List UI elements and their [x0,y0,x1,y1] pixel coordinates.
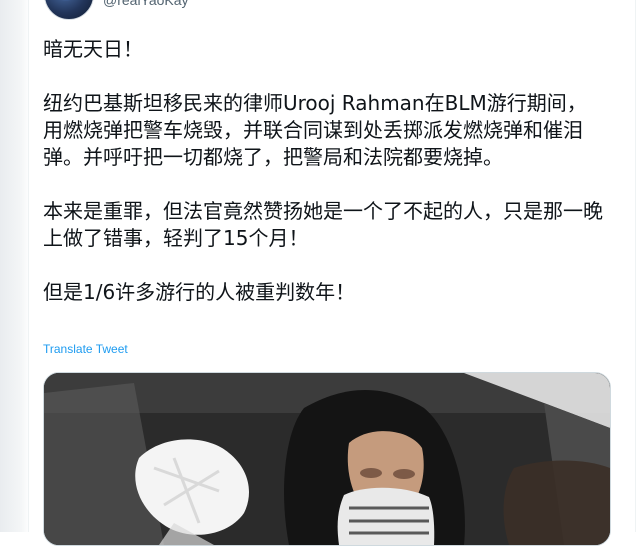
tweet-photo[interactable] [43,372,611,546]
photo-image [44,373,610,545]
tweet-paragraph-3: 本来是重罪，但法官竟然赞扬她是一个了不起的人，只是那一晚上做了错事，轻判了15个… [43,199,603,250]
background-strip [0,0,30,532]
translate-tweet-link[interactable]: Translate Tweet [43,342,128,356]
tweet-paragraph-4: 但是1/6许多游行的人被重判数年！ [43,280,356,304]
tweet-paragraph-2: 纽约巴基斯坦移民来的律师Urooj Rahman在BLM游行期间，用燃烧弹把警车… [43,91,587,169]
user-handle[interactable]: @realYaoKay [103,0,189,8]
tweet-text: 暗无天日！ 纽约巴基斯坦移民来的律师Urooj Rahman在BLM游行期间，用… [43,36,603,333]
tweet-paragraph-1: 暗无天日！ [43,37,143,61]
